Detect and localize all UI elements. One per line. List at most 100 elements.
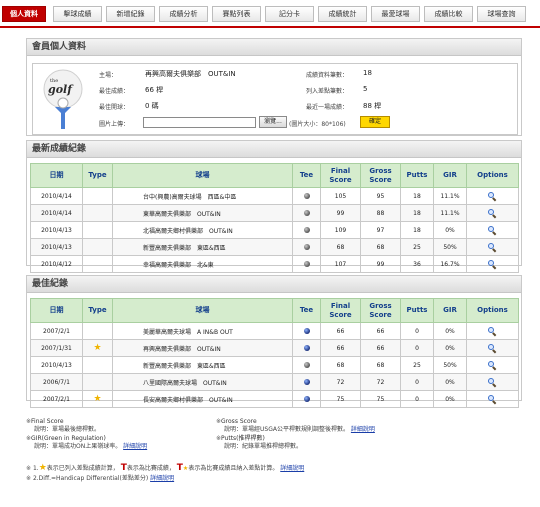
course-cell: 新豐高爾夫俱樂部 東區&西區 [112,238,293,256]
best-drive-value: 0 碼 [145,102,159,110]
type-cell [82,204,113,222]
options-cell [466,390,519,408]
date-cell: 2010/4/12 [30,255,83,273]
tab-compare[interactable]: 成績比較 [424,6,473,22]
top-tab-bar: 個人資料 擊球成績 新增紀錄 成績分析 賽點列表 記分卡 成績統計 最愛球場 成… [0,0,540,28]
options-cell [466,204,519,222]
tab-favorite-courses[interactable]: 最愛球場 [371,6,420,22]
tee-cell [292,373,321,391]
tee-cell [292,221,321,239]
best-records-panel: 最佳紀錄 日期 Type 球場 Tee Final Score Gross Score Pu… [26,275,522,408]
tee-ball-icon [303,227,310,233]
note-legend-1: ※ 1.★表示已列入差點成績計算， T表示為比賽成績， T★表示為比賽成績且納入… [26,463,305,473]
last-score-value: 88 桿 [363,102,382,110]
options-cell [466,339,519,357]
best-records-table: 日期 Type 球場 Tee Final Score Gross Score Putts GI… [30,298,519,408]
gir-cell: 0% [433,339,467,357]
tab-course-search[interactable]: 球場查詢 [477,6,526,22]
tee-cell [292,238,321,256]
gir-detail-link[interactable]: 詳細說明 [123,443,147,450]
column-header: Type [82,163,113,188]
table-row: 2010/4/12 幸福高爾夫俱樂部 北&東 107 99 36 16.7% [30,255,519,273]
tee-cell [292,339,321,357]
course-cell: 美麗華高爾夫球場 A IN&B OUT [112,322,293,340]
profile-card: the golf 主場： 再興高爾夫俱樂部 OUT&IN 最佳成績： 66 桿 … [32,63,518,135]
diff-detail-link[interactable]: 詳細說明 [150,475,174,482]
magnifier-icon[interactable] [488,259,497,269]
gir-cell: 16.7% [433,255,467,273]
magnifier-icon[interactable] [488,394,497,404]
gross-score-cell: 75 [360,390,401,408]
column-header: Type [82,298,113,323]
profile-heading: 會員個人資料 [27,39,521,56]
gross-detail-link[interactable]: 詳細說明 [351,426,375,433]
confirm-button[interactable]: 確定 [360,116,390,128]
final-score-cell: 66 [320,339,361,357]
gross-score-cell: 95 [360,187,401,205]
profile-panel: 會員個人資料 the golf 主場： 再興高爾夫俱樂部 OUT&IN 最佳成績… [26,38,522,136]
note-final-score: ※Final Score 說明：單場最後總桿數。 [26,418,101,433]
upload-file-input[interactable] [143,117,256,128]
tab-scores[interactable]: 擊球成績 [53,6,102,22]
column-header: Final Score [320,298,361,323]
tab-new-record[interactable]: 新增紀錄 [106,6,155,22]
gir-cell: 0% [433,390,467,408]
home-course-label: 主場： [99,72,118,79]
handicap-count-value: 5 [363,85,368,93]
putts-cell: 25 [400,238,434,256]
tee-cell [292,204,321,222]
tee-ball-icon [303,379,310,385]
type-cell: ★ [82,339,113,357]
table-row: 2010/4/14 台中(興農)高爾夫球場 西區&中區 105 95 18 11.1% [30,187,519,205]
column-header: Putts [400,298,434,323]
magnifier-icon[interactable] [488,191,497,201]
date-cell: 2007/2/1 [30,390,83,408]
recent-scores-heading: 最新成績紀錄 [27,141,521,158]
tee-ball-icon [303,244,310,250]
magnifier-icon[interactable] [488,343,497,353]
upload-label: 圖片上傳： [99,121,130,128]
table-row: 2007/2/1 ★ 長安高爾夫鄉村俱樂部 OUT&IN 75 75 0 0% [30,390,519,408]
column-header: Tee [292,298,321,323]
table-row: 2010/4/14 東華高爾夫俱樂部 OUT&IN 99 88 18 11.1% [30,204,519,222]
magnifier-icon[interactable] [488,377,497,387]
legend-detail-link[interactable]: 詳細說明 [280,465,304,472]
gross-score-cell: 68 [360,356,401,374]
date-cell: 2010/4/13 [30,221,83,239]
golf-logo-icon: the golf [43,69,83,129]
magnifier-icon[interactable] [488,208,497,218]
table-row: 2010/4/13 新豐高爾夫俱樂部 東區&西區 68 68 25 50% [30,238,519,256]
options-cell [466,187,519,205]
date-cell: 2007/1/31 [30,339,83,357]
best-score-label: 最佳成績： [99,88,130,95]
tab-profile[interactable]: 個人資料 [2,6,46,22]
note-gir: ※GIR(Green in Regulation) 說明：單場成功ON上果嶺球率… [26,435,148,450]
putts-cell: 18 [400,204,434,222]
magnifier-icon[interactable] [488,225,497,235]
magnifier-icon[interactable] [488,242,497,252]
browse-button[interactable]: 瀏覽... [259,116,287,128]
putts-cell: 0 [400,322,434,340]
table-row: 2006/7/1 八里國際高爾夫球場 OUT&IN 72 72 0 0% [30,373,519,391]
magnifier-icon[interactable] [488,360,497,370]
table-row: 2010/4/13 新豐高爾夫俱樂部 東區&西區 68 68 25 50% [30,356,519,374]
gross-score-cell: 66 [360,322,401,340]
tee-cell [292,255,321,273]
final-score-cell: 105 [320,187,361,205]
magnifier-icon[interactable] [488,326,497,336]
column-header: Options [466,298,519,323]
notes-section: ※Final Score 說明：單場最後總桿數。 ※Gross Score 說明… [26,418,522,488]
course-cell: 長安高爾夫鄉村俱樂部 OUT&IN [112,390,293,408]
bullet-icon: ※ [26,475,32,482]
final-score-cell: 107 [320,255,361,273]
tab-scorecard[interactable]: 記分卡 [265,6,314,22]
tee-ball-icon [303,396,310,402]
tab-match-list[interactable]: 賽點列表 [212,6,261,22]
tab-analysis[interactable]: 成績分析 [159,6,208,22]
tab-statistics[interactable]: 成績統計 [318,6,367,22]
gross-score-cell: 97 [360,221,401,239]
tee-ball-icon [303,210,310,216]
tee-cell [292,390,321,408]
note-gross-score: ※Gross Score 說明：單場經USGA公平桿數規則調整後桿數。 詳細說明 [216,418,375,433]
gir-cell: 50% [433,356,467,374]
